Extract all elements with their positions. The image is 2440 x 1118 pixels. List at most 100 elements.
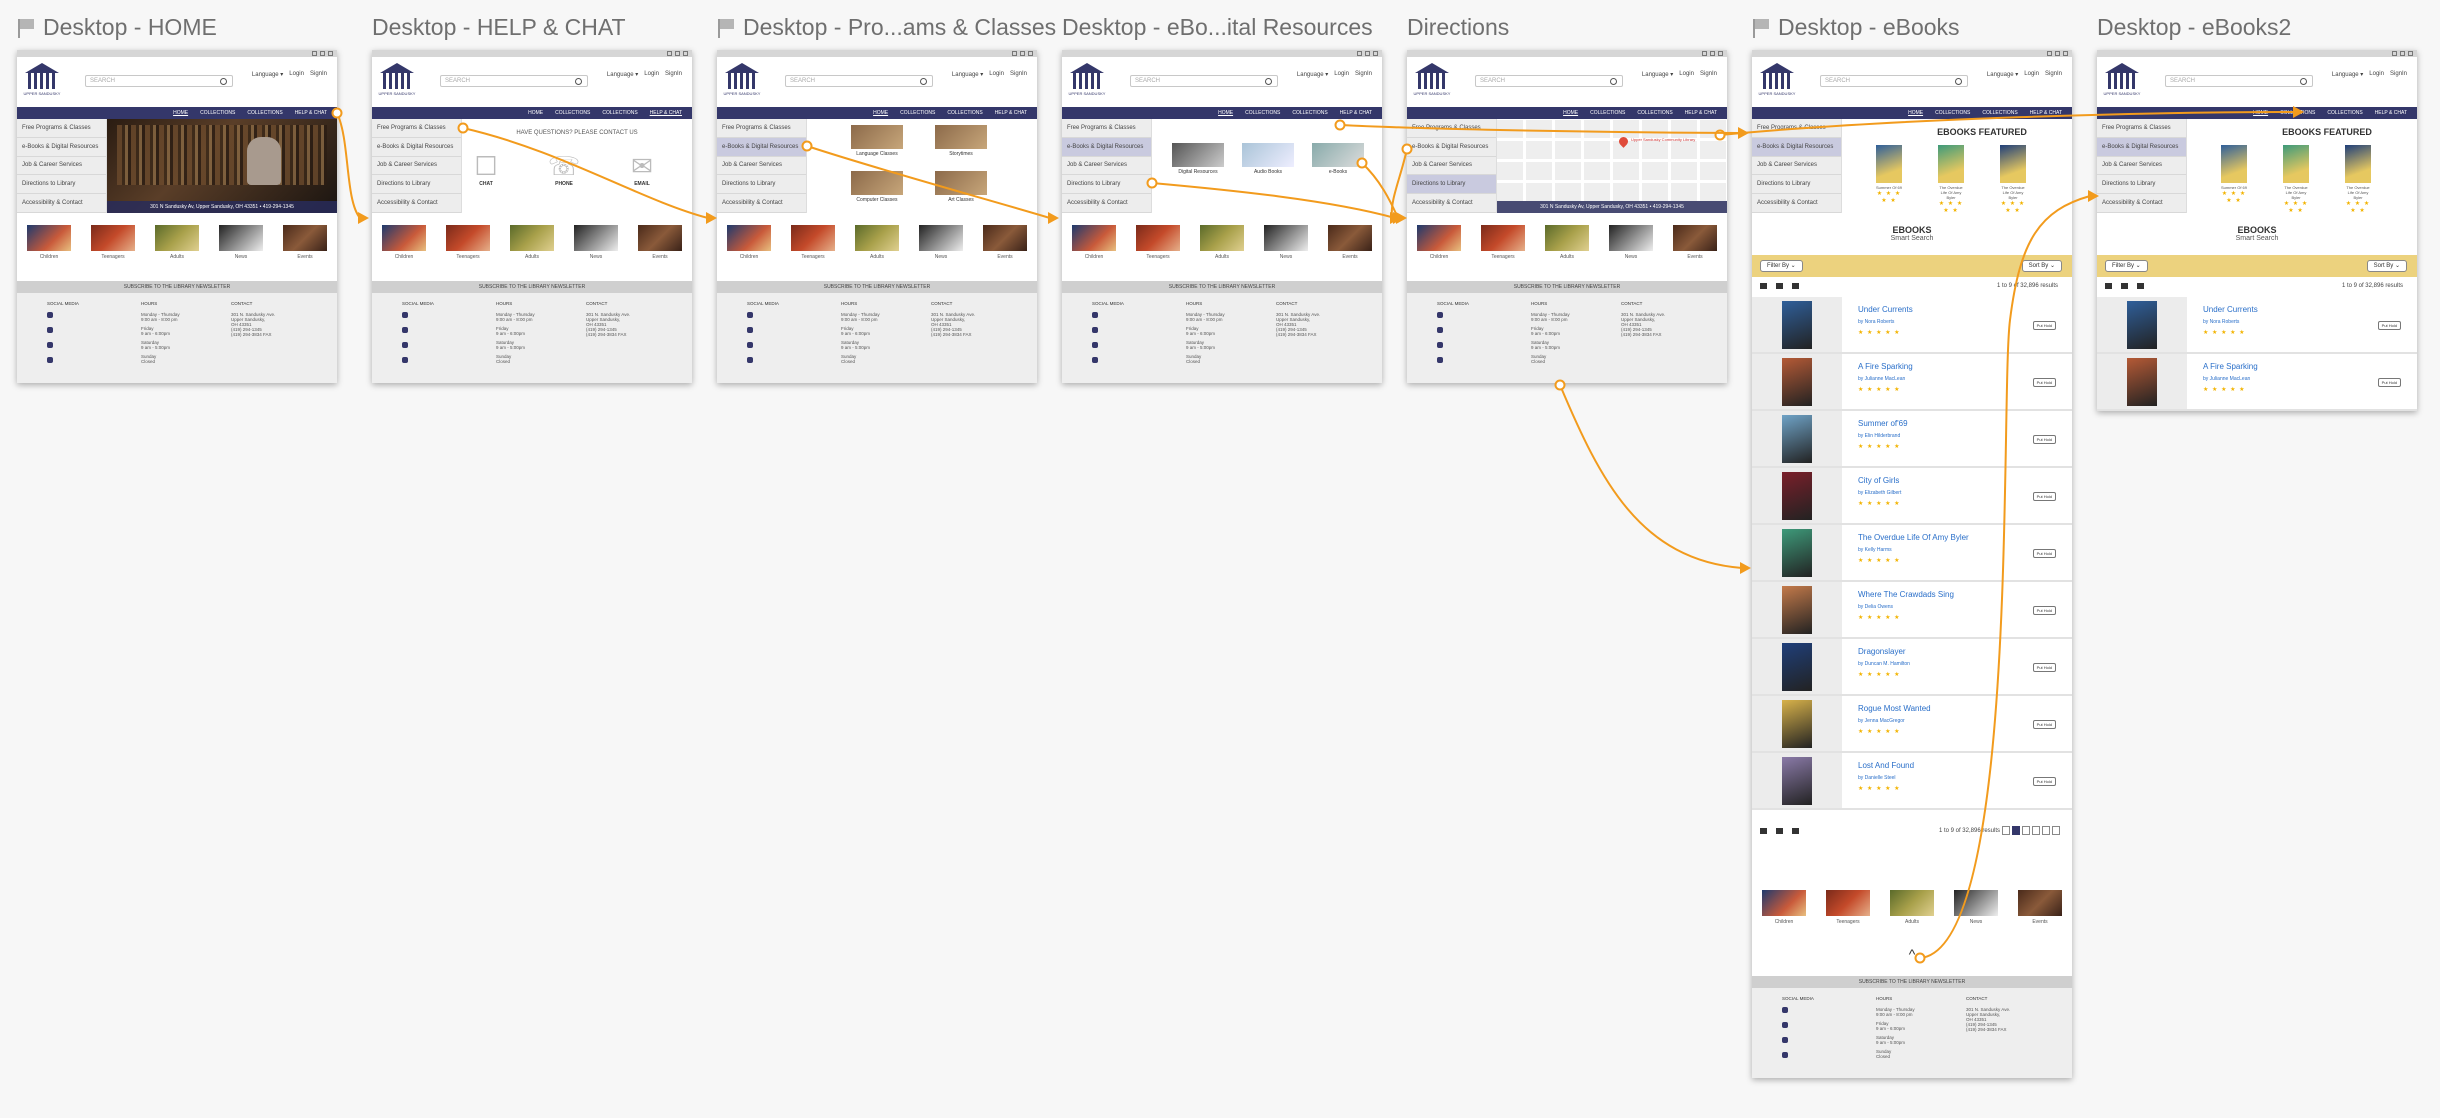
sidebar-item[interactable]: Job & Career Services: [2097, 157, 2186, 176]
nav-item[interactable]: HOME: [1563, 110, 1578, 116]
window-control-icon[interactable]: [1357, 51, 1362, 56]
category-card[interactable]: Teenagers: [1481, 225, 1525, 260]
put-hold-button[interactable]: Put Hold: [2377, 321, 2401, 330]
window-control-icon[interactable]: [2392, 51, 2397, 56]
nav-item[interactable]: COLLECTIONS: [2280, 110, 2315, 116]
filter-by-dropdown[interactable]: Filter By ⌄: [2105, 260, 2148, 272]
page-button[interactable]: [2012, 826, 2020, 835]
book-title-link[interactable]: Dragonslayer: [1858, 647, 2056, 656]
page-button[interactable]: [2002, 826, 2010, 835]
pinterest-icon[interactable]: [47, 342, 53, 348]
category-card[interactable]: Children: [1072, 225, 1116, 260]
put-hold-button[interactable]: Put Hold: [2032, 549, 2056, 558]
sidebar-item[interactable]: Free Programs & Classes: [1407, 119, 1496, 138]
book-author-link[interactable]: by Julianne MacLean: [1858, 376, 2056, 382]
library-logo[interactable]: UPPER SANDUSKY: [24, 63, 60, 101]
window-control-icon[interactable]: [312, 51, 317, 56]
language-select[interactable]: Language ▾: [607, 71, 638, 78]
category-card[interactable]: Adults: [855, 225, 899, 260]
login-link[interactable]: Login: [289, 71, 304, 78]
newsletter-bar[interactable]: SUBSCRIBE TO THE LIBRARY NEWSLETTER: [1407, 281, 1727, 293]
signin-link[interactable]: SignIn: [1010, 71, 1027, 78]
pinterest-icon[interactable]: [747, 342, 753, 348]
sidebar-item[interactable]: Directions to Library: [1752, 175, 1841, 195]
ebook-result-row[interactable]: City of Girls by Elizabeth Gilbert ★ ★ ★ ★…: [1752, 468, 2072, 525]
book-cover[interactable]: [1782, 642, 1812, 691]
search-input[interactable]: SEARCH: [785, 75, 933, 87]
facebook-icon[interactable]: [47, 327, 53, 333]
artboard-title[interactable]: Desktop - Pro...ams & Classes: [717, 14, 1056, 41]
list-view-icon[interactable]: [1776, 828, 1783, 834]
signin-link[interactable]: SignIn: [310, 71, 327, 78]
nav-item[interactable]: HELP & CHAT: [995, 110, 1027, 116]
login-link[interactable]: Login: [2024, 71, 2039, 78]
phone-option[interactable]: ☏ PHONE: [544, 151, 584, 187]
facebook-icon[interactable]: [1092, 327, 1098, 333]
book-author-link[interactable]: by Nora Roberts: [2203, 319, 2401, 325]
instagram-icon[interactable]: [1782, 1007, 1788, 1013]
put-hold-button[interactable]: Put Hold: [2032, 663, 2056, 672]
category-card[interactable]: News: [574, 225, 618, 260]
nav-item[interactable]: COLLECTIONS: [2327, 110, 2362, 116]
category-card[interactable]: Events: [2018, 890, 2062, 925]
signin-link[interactable]: SignIn: [665, 71, 682, 78]
book-title-link[interactable]: Lost And Found: [1858, 761, 2056, 770]
print-icon[interactable]: [1792, 828, 1799, 834]
artboard-title[interactable]: Desktop - eBooks: [1752, 14, 1960, 41]
page-button[interactable]: [2022, 826, 2030, 835]
window-control-icon[interactable]: [2063, 51, 2068, 56]
sidebar-item[interactable]: Job & Career Services: [1062, 157, 1151, 176]
category-card[interactable]: Teenagers: [91, 225, 135, 260]
book-cover[interactable]: [1782, 585, 1812, 634]
sidebar-item[interactable]: e-Books & Digital Resources: [2097, 137, 2186, 157]
book-title-link[interactable]: Under Currents: [2203, 305, 2401, 314]
sidebar-item[interactable]: Accessibility & Contact: [1407, 194, 1496, 213]
grid-view-icon[interactable]: [1760, 828, 1767, 834]
book-cover[interactable]: [1782, 756, 1812, 805]
nav-item[interactable]: COLLECTIONS: [555, 110, 590, 116]
ebook-result-row[interactable]: Summer of'69 by Elin Hilderbrand ★ ★ ★ ★ ★…: [1752, 411, 2072, 468]
nav-item[interactable]: HOME: [2253, 110, 2268, 116]
artboard-title[interactable]: Desktop - eBo...ital Resources: [1062, 14, 1373, 41]
nav-item[interactable]: COLLECTIONS: [900, 110, 935, 116]
featured-book[interactable]: Summer Of 69 ★ ★ ★ ★ ★: [1876, 145, 1902, 204]
program-tile[interactable]: Storytimes: [935, 125, 987, 157]
book-author-link[interactable]: by Danielle Steel: [1858, 775, 2056, 781]
sidebar-item[interactable]: Free Programs & Classes: [17, 119, 106, 138]
put-hold-button[interactable]: Put Hold: [2032, 435, 2056, 444]
artboard-title[interactable]: Desktop - HOME: [17, 14, 217, 41]
window-control-icon[interactable]: [2055, 51, 2060, 56]
ebook-result-row[interactable]: Where The Crawdads Sing by Delia Owens ★ ★…: [1752, 582, 2072, 639]
newsletter-bar[interactable]: SUBSCRIBE TO THE LIBRARY NEWSLETTER: [17, 281, 337, 293]
book-title-link[interactable]: A Fire Sparking: [1858, 362, 2056, 371]
search-input[interactable]: SEARCH: [1130, 75, 1278, 87]
artboard-title[interactable]: Desktop - HELP & CHAT: [372, 14, 626, 41]
book-title-link[interactable]: Summer of'69: [1858, 419, 2056, 428]
category-card[interactable]: Events: [1328, 225, 1372, 260]
instagram-icon[interactable]: [47, 312, 53, 318]
login-link[interactable]: Login: [1679, 71, 1694, 78]
category-card[interactable]: Events: [638, 225, 682, 260]
nav-item[interactable]: COLLECTIONS: [602, 110, 637, 116]
artboard-title[interactable]: Directions: [1407, 14, 1509, 41]
book-author-link[interactable]: by Duncan M. Hamilton: [1858, 661, 2056, 667]
nav-item[interactable]: COLLECTIONS: [1590, 110, 1625, 116]
book-author-link[interactable]: by Elizabeth Gilbert: [1858, 490, 2056, 496]
sort-by-dropdown[interactable]: Sort By ⌄: [2366, 260, 2407, 272]
category-card[interactable]: Children: [727, 225, 771, 260]
window-control-icon[interactable]: [2047, 51, 2052, 56]
sidebar-item[interactable]: Job & Career Services: [1752, 157, 1841, 176]
window-control-icon[interactable]: [683, 51, 688, 56]
nav-item[interactable]: HELP & CHAT: [650, 110, 682, 116]
instagram-icon[interactable]: [1092, 312, 1098, 318]
category-card[interactable]: Teenagers: [1136, 225, 1180, 260]
instagram-icon[interactable]: [402, 312, 408, 318]
category-card[interactable]: Teenagers: [446, 225, 490, 260]
book-cover[interactable]: [1782, 300, 1812, 349]
language-select[interactable]: Language ▾: [2332, 71, 2363, 78]
sidebar-item[interactable]: Directions to Library: [1062, 175, 1151, 195]
book-title-link[interactable]: The Overdue Life Of Amy Byler: [1858, 533, 2056, 542]
window-control-icon[interactable]: [1020, 51, 1025, 56]
nav-item[interactable]: HELP & CHAT: [2375, 110, 2407, 116]
sidebar-item[interactable]: e-Books & Digital Resources: [372, 138, 461, 157]
